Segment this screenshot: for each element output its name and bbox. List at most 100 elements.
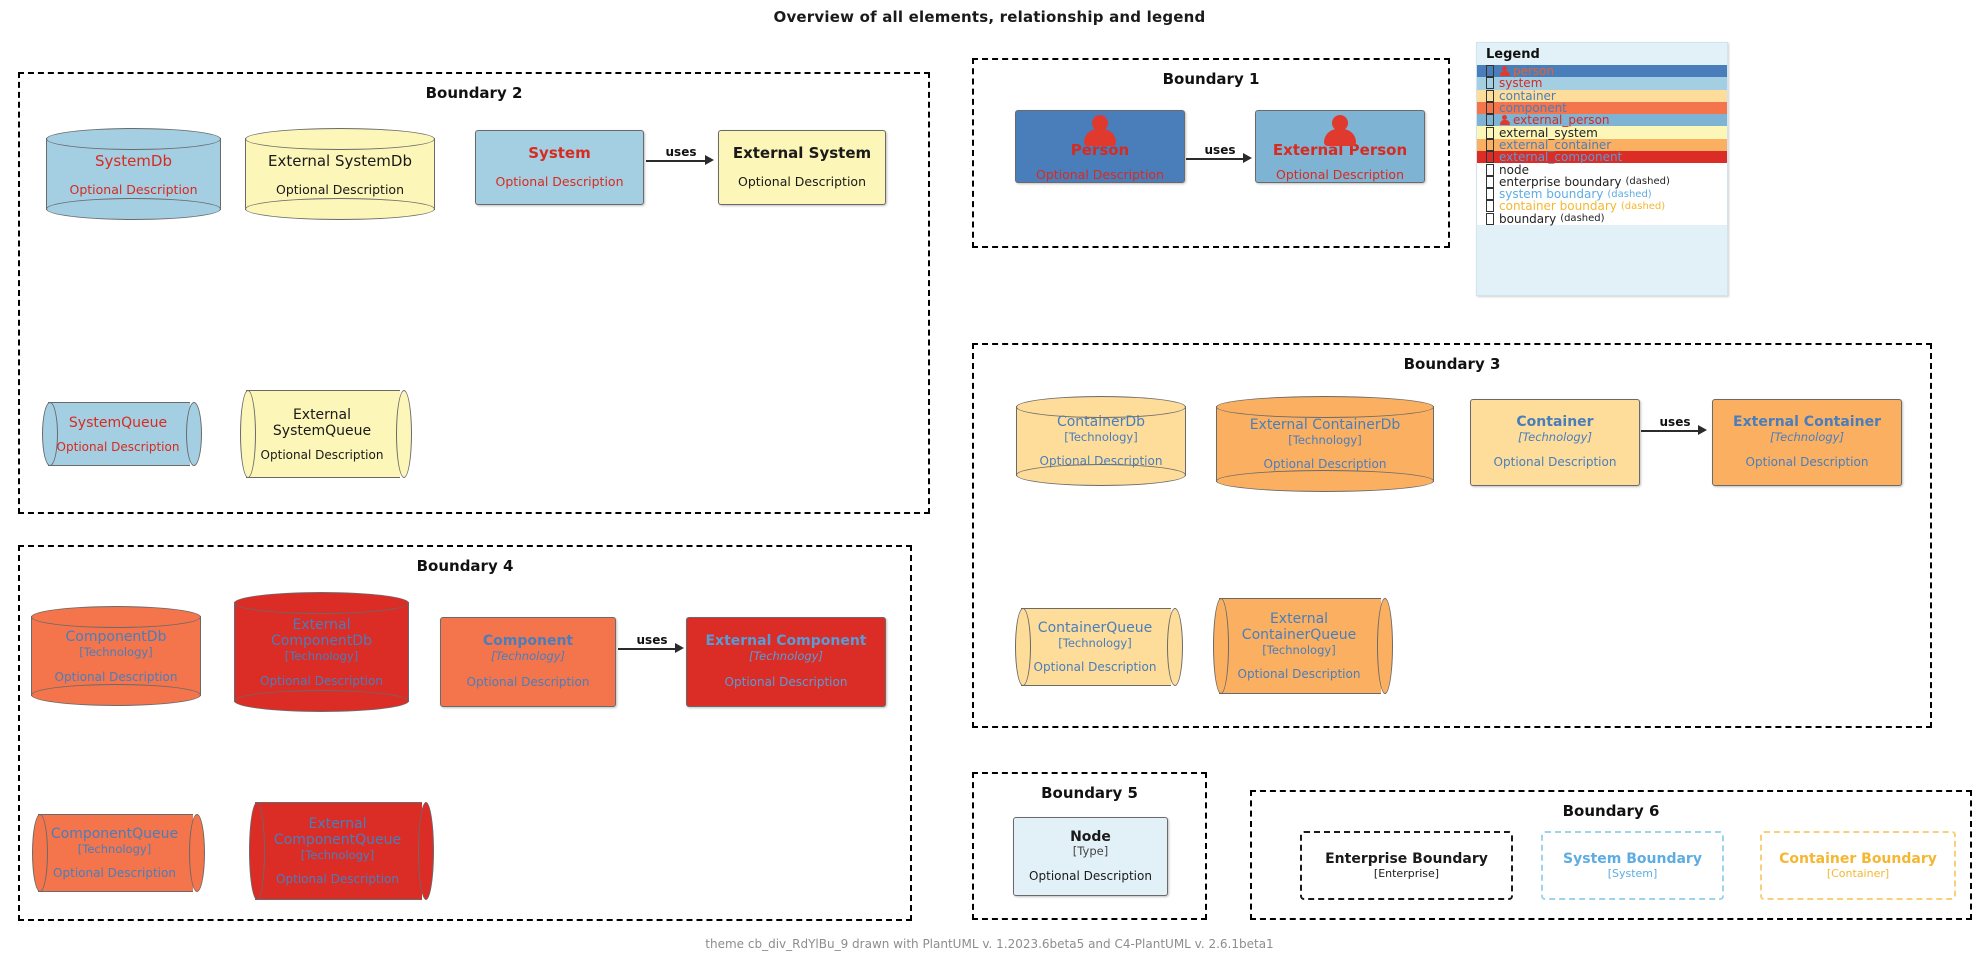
element-description: Optional Description [466, 675, 590, 690]
element-technology: [Technology] [749, 648, 823, 663]
element-technology: [Technology] [1064, 430, 1138, 444]
legend-item-component: component [1477, 101, 1727, 115]
element-external-container-queue[interactable]: External ContainerQueue [Technology] Opt… [1213, 598, 1393, 694]
element-enterprise-boundary[interactable]: Enterprise Boundary [Enterprise] [1300, 831, 1513, 900]
legend-item-enterprise-boundary: enterprise boundary (dashed) [1477, 175, 1727, 189]
boundary-5-title: Boundary 5 [1041, 784, 1138, 802]
element-person[interactable]: Person Optional Description [1015, 110, 1185, 183]
element-external-component-queue[interactable]: External ComponentQueue [Technology] Opt… [249, 802, 434, 900]
element-technology: [Technology] [1288, 433, 1362, 447]
element-technology: [Technology] [77, 842, 152, 856]
element-component[interactable]: Component [Technology] Optional Descript… [440, 617, 616, 707]
element-component-queue[interactable]: ComponentQueue [Technology] Optional Des… [32, 814, 205, 892]
person-icon [1323, 115, 1357, 146]
relationship-component-to-external-component: uses [618, 630, 686, 666]
legend-item-container-boundary: container boundary (dashed) [1477, 199, 1727, 213]
element-description: Optional Description [69, 181, 198, 197]
legend-swatch-icon [1486, 212, 1494, 225]
element-system-db[interactable]: SystemDb Optional Description [46, 128, 221, 220]
element-external-container[interactable]: External Container [Technology] Optional… [1712, 399, 1902, 486]
element-external-system[interactable]: External System Optional Description [718, 130, 886, 205]
element-container[interactable]: Container [Technology] Optional Descript… [1470, 399, 1640, 486]
element-external-person[interactable]: External Person Optional Description [1255, 110, 1425, 183]
element-external-system-db[interactable]: External SystemDb Optional Description [245, 128, 435, 220]
element-technology: [Type] [1072, 844, 1109, 859]
queue-cap-right [396, 390, 412, 478]
element-description: Optional Description [1039, 454, 1163, 468]
element-external-component-db[interactable]: External ComponentDb [Technology] Option… [234, 592, 409, 712]
legend-item-boundary: boundary (dashed) [1477, 211, 1727, 226]
element-name: SystemQueue [68, 414, 168, 431]
element-name: External SystemQueue [272, 406, 372, 439]
element-description: Optional Description [495, 174, 624, 190]
element-description: Optional Description [1035, 166, 1164, 182]
boundary-4-title: Boundary 4 [416, 557, 514, 575]
footer-note: theme cb_div_RdYlBu_9 drawn with PlantUM… [705, 937, 1274, 951]
legend-item-system: system [1477, 76, 1727, 90]
element-description: Optional Description [1263, 457, 1387, 471]
element-name: Container Boundary [1779, 850, 1937, 867]
queue-cap-right [186, 402, 202, 466]
element-name: External ContainerQueue [1241, 611, 1357, 643]
element-description: Optional Description [276, 872, 399, 886]
relationship-system-to-external-system: uses [646, 142, 716, 178]
element-description: Optional Description [53, 866, 176, 880]
element-name: ContainerQueue [1037, 620, 1153, 636]
legend-item-label: boundary [1499, 211, 1557, 226]
relationship-person-to-external-person: uses [1186, 140, 1254, 176]
element-name: External ComponentDb [271, 616, 372, 649]
element-component-db[interactable]: ComponentDb [Technology] Optional Descri… [31, 606, 201, 706]
element-description: Optional Description [737, 174, 866, 190]
element-technology: [Technology] [1262, 643, 1336, 657]
element-description: Optional Description [1493, 455, 1617, 470]
element-description: Optional Description [260, 447, 384, 462]
element-technology: [Technology] [284, 648, 359, 663]
element-system-queue[interactable]: SystemQueue Optional Description [42, 402, 202, 466]
element-external-component[interactable]: External Component [Technology] Optional… [686, 617, 886, 707]
element-name: SystemDb [94, 151, 172, 170]
element-node[interactable]: Node [Type] Optional Description [1013, 817, 1168, 896]
element-name: External SystemDb [267, 151, 412, 170]
element-name: System Boundary [1563, 850, 1702, 867]
legend-swatch-icon [1486, 89, 1494, 102]
element-external-container-db[interactable]: External ContainerDb [Technology] Option… [1216, 396, 1434, 492]
element-description: Optional Description [56, 439, 180, 454]
element-container-db[interactable]: ContainerDb [Technology] Optional Descri… [1016, 396, 1186, 486]
element-system-boundary[interactable]: System Boundary [System] [1541, 831, 1724, 900]
element-description: Optional Description [1745, 455, 1869, 470]
element-container-boundary[interactable]: Container Boundary [Container] [1760, 831, 1956, 900]
element-technology: [Enterprise] [1373, 867, 1440, 881]
queue-cap-right [189, 814, 205, 892]
legend-swatch-icon [1486, 126, 1494, 139]
element-technology: [Technology] [1058, 636, 1132, 650]
legend-swatch-icon [1486, 65, 1494, 78]
person-icon [1083, 115, 1117, 146]
element-system[interactable]: System Optional Description [475, 130, 644, 205]
element-name: External ComponentQueue [273, 816, 402, 848]
legend-swatch-icon [1486, 138, 1494, 151]
element-name: ComponentQueue [50, 826, 179, 842]
legend-title: Legend [1486, 47, 1540, 62]
element-name: ComponentDb [65, 628, 167, 645]
legend-swatch-icon [1486, 175, 1494, 188]
element-name: External System [732, 144, 872, 163]
element-external-system-queue[interactable]: External SystemQueue Optional Descriptio… [240, 390, 412, 478]
element-description: Optional Description [275, 181, 404, 197]
legend-item-person: person [1477, 64, 1727, 78]
legend-rows: person system container component external_p… [1477, 64, 1727, 226]
element-description: Optional Description [1033, 660, 1157, 674]
legend-item-external-component: external_component [1477, 150, 1727, 164]
queue-cap-right [418, 802, 434, 900]
legend-swatch-icon [1486, 163, 1494, 176]
element-name: Enterprise Boundary [1325, 850, 1488, 867]
element-container-queue[interactable]: ContainerQueue [Technology] Optional Des… [1015, 608, 1183, 686]
element-name: System [528, 144, 591, 163]
legend-swatch-icon [1486, 102, 1494, 115]
legend-swatch-icon [1486, 200, 1494, 213]
legend-item-sublabel: (dashed) [1607, 188, 1652, 200]
element-technology: [System] [1607, 867, 1658, 881]
legend-swatch-icon [1486, 77, 1494, 90]
legend-item-sublabel: (dashed) [1625, 176, 1670, 188]
element-description: Optional Description [54, 669, 178, 684]
boundary-3-title: Boundary 3 [1403, 355, 1501, 373]
